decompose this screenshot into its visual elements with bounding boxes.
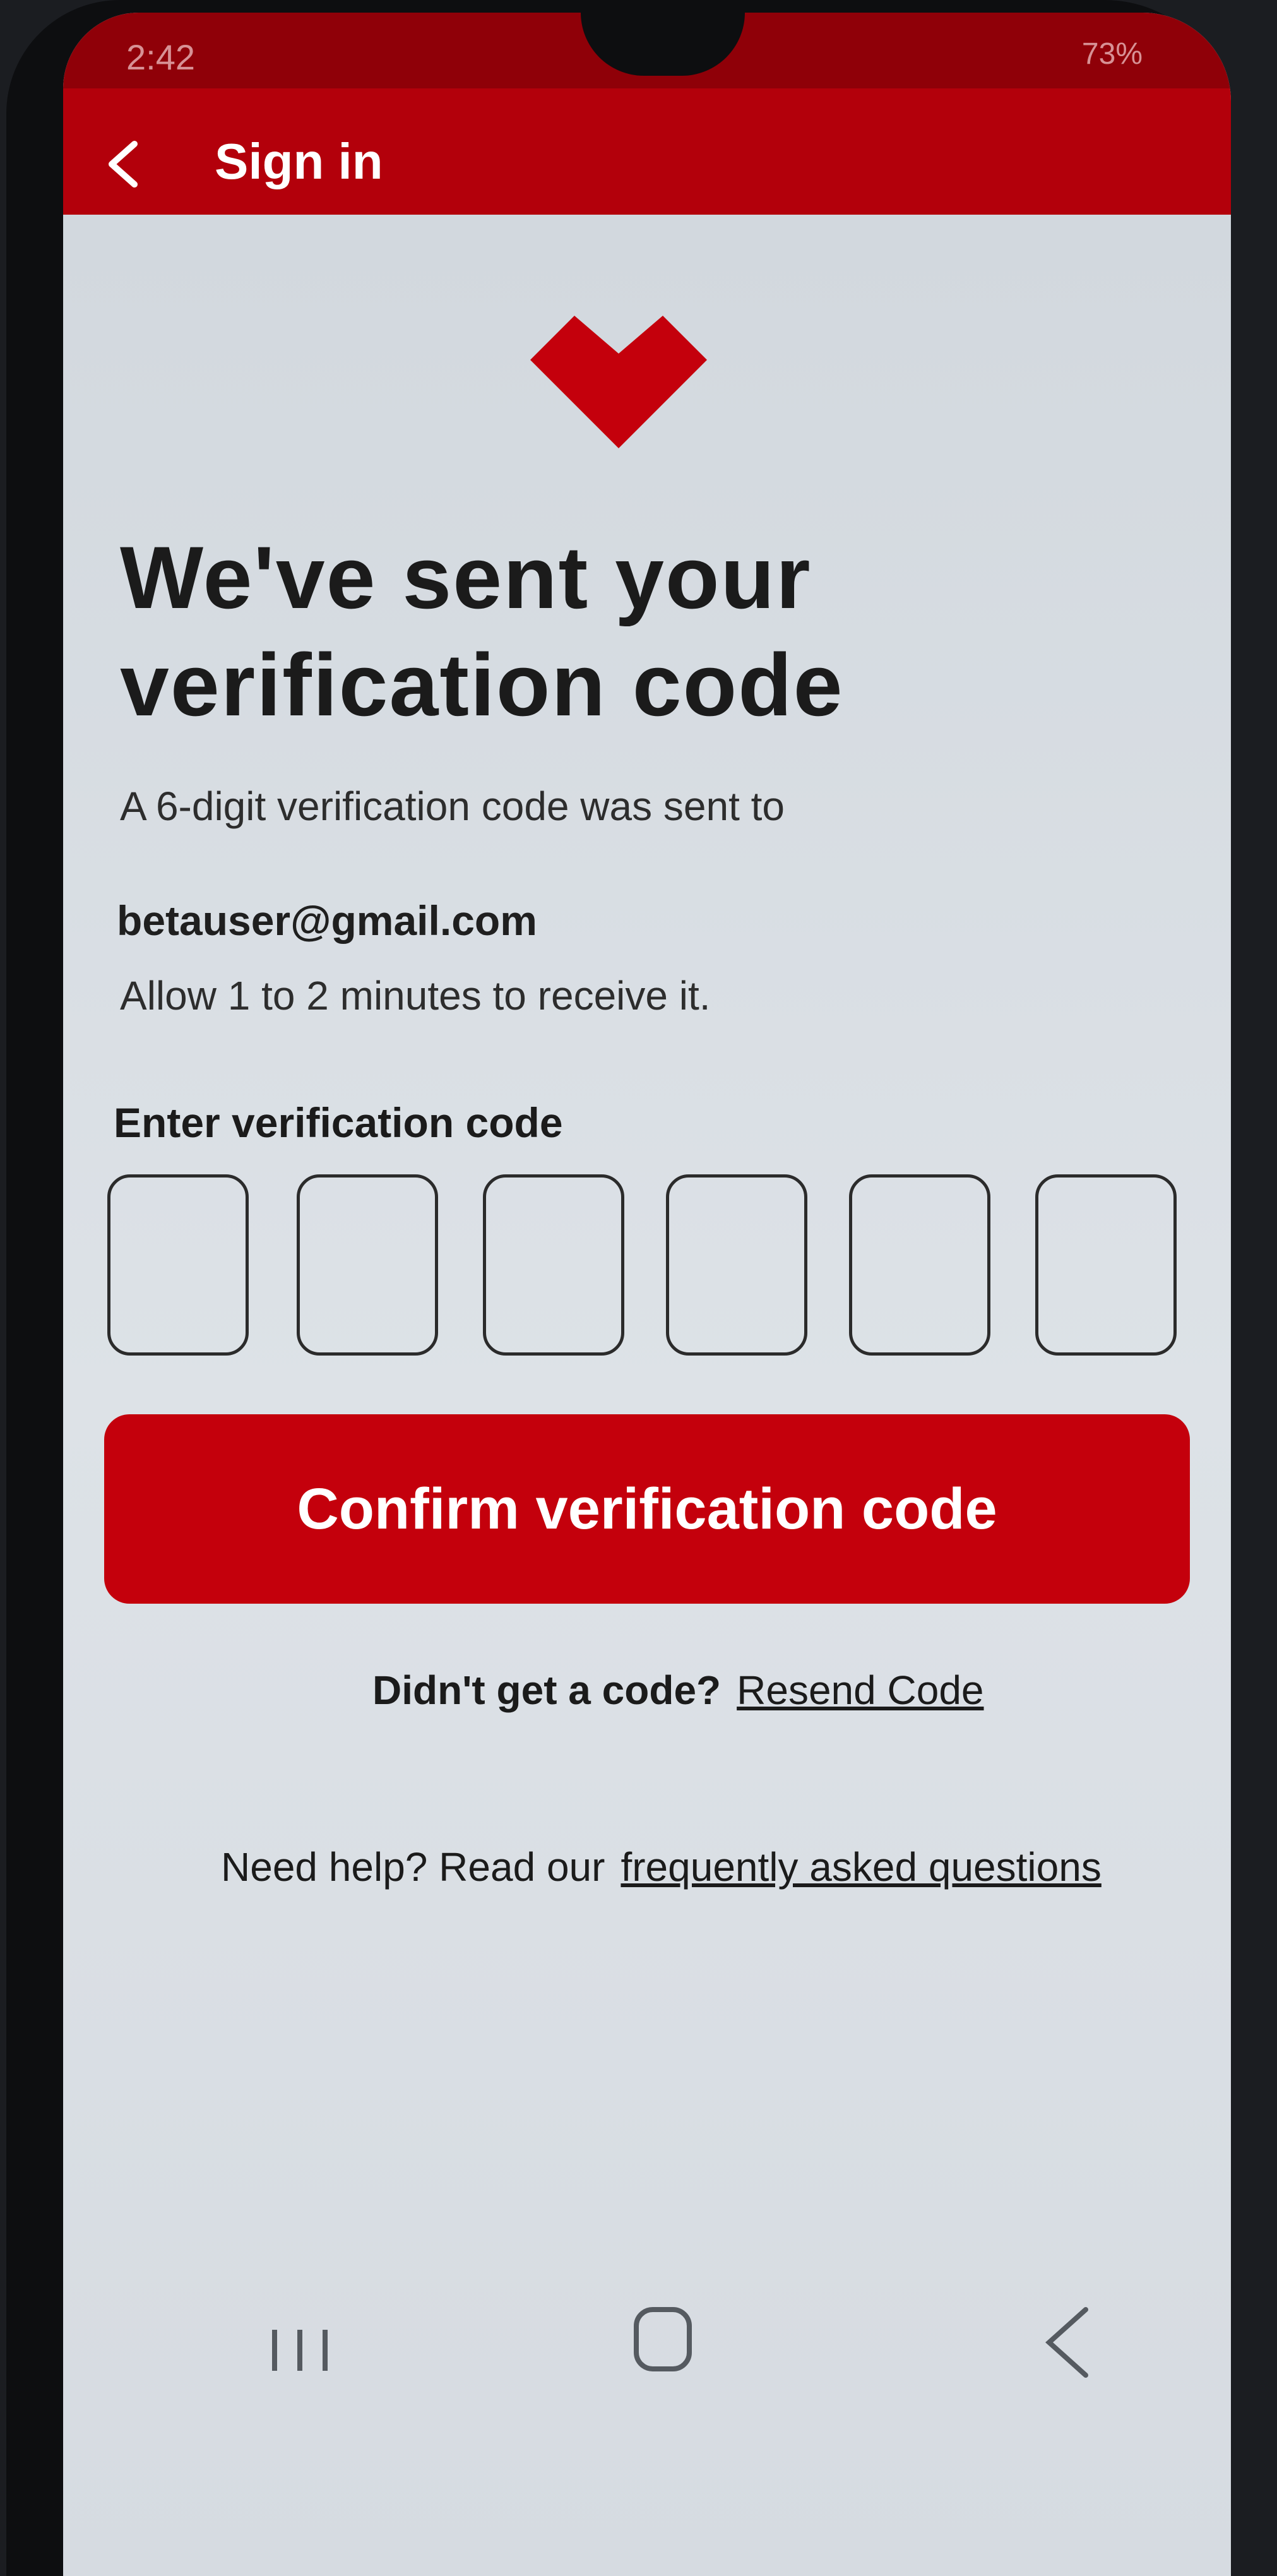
code-digit-5[interactable] [849,1174,990,1356]
status-time: 2:42 [126,37,195,77]
help-row: Need help? Read our frequently asked ques… [221,1844,1102,1890]
content: We've sent your verification code A 6-di… [63,215,1231,2576]
resend-prompt: Didn't get a code? [372,1667,722,1713]
status-battery: 73% [1081,37,1143,71]
screen: 2:42 73% Sign in We've sent your verific… [63,13,1231,2576]
recents-icon[interactable] [265,2323,335,2374]
code-digit-3[interactable] [483,1174,624,1356]
page-title: We've sent your verification code [120,528,844,734]
subtitle: A 6-digit verification code was sent to [120,784,785,829]
code-digit-1[interactable] [107,1174,249,1356]
help-prompt: Need help? Read our [221,1844,605,1890]
resend-row: Didn't get a code? Resend Code [372,1667,984,1714]
confirm-button[interactable]: Confirm verification code [104,1414,1190,1604]
resend-code-link[interactable]: Resend Code [737,1667,983,1713]
code-label: Enter verification code [114,1099,563,1146]
app-title: Sign in [215,133,383,189]
code-input-row [107,1174,1218,1357]
heart-icon [530,316,707,448]
email-address: betauser@gmail.com [117,897,537,944]
phone-frame: 2:42 73% Sign in We've sent your verific… [6,0,1231,2576]
delivery-note: Allow 1 to 2 minutes to receive it. [120,973,711,1018]
code-digit-2[interactable] [297,1174,438,1356]
app-bar: Sign in [63,88,1231,215]
code-digit-4[interactable] [666,1174,807,1356]
faq-link[interactable]: frequently asked questions [621,1844,1101,1890]
chevron-left-icon[interactable] [104,139,142,189]
home-icon[interactable] [631,2305,694,2374]
back-icon[interactable] [1042,2305,1092,2380]
code-digit-6[interactable] [1035,1174,1177,1356]
